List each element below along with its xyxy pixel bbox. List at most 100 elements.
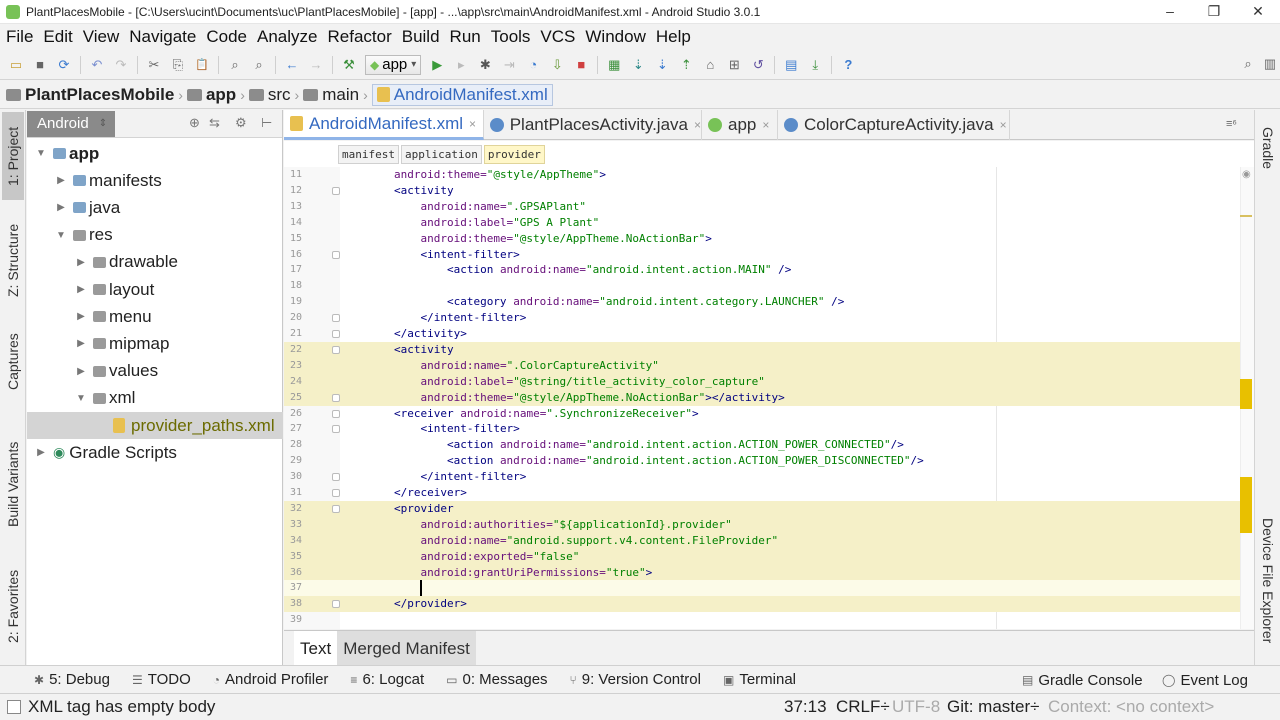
tag-crumb-application[interactable]: application — [400, 144, 482, 164]
collapsed-arrow-icon[interactable]: ▶ — [75, 366, 87, 377]
code-line[interactable]: 20 </intent-filter> — [284, 310, 1254, 326]
tree-item[interactable]: ▶ menu — [27, 303, 283, 330]
fold-icon[interactable] — [332, 504, 340, 513]
breadcrumb-manifest[interactable]: AndroidManifest.xml — [371, 83, 553, 106]
apply-changes-icon[interactable]: ⇩ — [548, 56, 566, 74]
vcs-compare-icon[interactable]: ⊞ — [725, 56, 743, 74]
expanded-arrow-icon[interactable]: ▼ — [75, 393, 87, 404]
tree-item[interactable]: ▶ layout — [27, 276, 283, 303]
menu-build[interactable]: Build — [400, 27, 448, 47]
undo-icon[interactable]: ↶ — [88, 56, 106, 74]
close-icon[interactable]: × — [469, 117, 476, 131]
breadcrumb-src[interactable]: src — [248, 85, 291, 105]
highlight-marker[interactable] — [1240, 477, 1252, 533]
fold-icon[interactable] — [332, 186, 340, 195]
favorites-tool-tab[interactable]: 2: Favorites — [2, 556, 24, 656]
tab-plantplacesactivity[interactable]: PlantPlacesActivity.java × — [484, 110, 702, 140]
sync-icon[interactable]: ⟳ — [55, 56, 73, 74]
vcs-update-icon[interactable]: ⇣ — [653, 56, 671, 74]
close-button[interactable]: ✕ — [1236, 0, 1280, 24]
locate-icon[interactable]: ⊕ — [189, 115, 200, 131]
gear-icon[interactable]: ⚙ — [235, 115, 247, 131]
code-line[interactable]: 18 — [284, 278, 1254, 294]
fold-icon[interactable] — [332, 409, 340, 418]
git-branch[interactable]: Git: master÷ — [947, 697, 1039, 717]
tab-androidmanifest[interactable]: AndroidManifest.xml × — [284, 110, 484, 140]
code-line[interactable]: 37 — [284, 580, 1254, 597]
tree-item[interactable]: ▶ values — [27, 358, 283, 385]
breadcrumb-project[interactable]: PlantPlacesMobile — [6, 85, 174, 105]
code-line[interactable]: 17 <action android:name="android.intent.a… — [284, 262, 1254, 278]
tag-crumb-provider[interactable]: provider — [483, 144, 545, 164]
inspection-eye-icon[interactable]: ◉ — [1242, 169, 1251, 180]
code-line[interactable]: 26 <receiver android:name=".SynchronizeRe… — [284, 406, 1254, 422]
code-line[interactable]: 15 android:theme="@style/AppTheme.NoActio… — [284, 231, 1254, 247]
tree-item[interactable]: ▶ mipmap — [27, 330, 283, 357]
code-line[interactable]: 16 <intent-filter> — [284, 247, 1254, 263]
tree-item[interactable]: ▼ xml — [27, 385, 283, 412]
code-line[interactable]: 32 <provider — [284, 500, 1254, 517]
run-config-select[interactable]: ◆ app ▾ — [365, 54, 422, 75]
collapsed-arrow-icon[interactable]: ▶ — [75, 257, 87, 268]
gradle-console-button[interactable]: ▤ Gradle Console — [1022, 666, 1143, 694]
gradle-tool-tab[interactable]: Gradle — [1258, 116, 1278, 180]
debug-tool-button[interactable]: ✱ 5: Debug — [34, 671, 110, 688]
collapsed-arrow-icon[interactable]: ▶ — [75, 338, 87, 349]
fold-icon[interactable] — [332, 250, 340, 259]
terminal-tool-button[interactable]: ▣ Terminal — [723, 671, 796, 688]
tool-windows-toggle-icon[interactable] — [7, 700, 21, 714]
menu-help[interactable]: Help — [654, 27, 699, 47]
fold-icon[interactable] — [332, 473, 340, 482]
warning-marker[interactable] — [1240, 215, 1252, 217]
collapsed-arrow-icon[interactable]: ▶ — [55, 202, 67, 213]
code-line[interactable]: 33 android:authorities="${applicationId}.… — [284, 516, 1254, 533]
tree-item[interactable]: ▶ drawable — [27, 249, 283, 276]
event-log-button[interactable]: ◯ Event Log — [1162, 666, 1248, 694]
vcs-history-icon[interactable]: ⌂ — [701, 56, 719, 74]
close-icon[interactable]: × — [1000, 118, 1007, 132]
profiler-tool-button[interactable]: ◔ Android Profiler — [213, 671, 329, 688]
tag-crumb-manifest[interactable]: manifest — [338, 144, 399, 164]
captures-tool-tab[interactable]: Captures — [2, 322, 24, 402]
code-editor[interactable]: 11 android:theme="@style/AppTheme"> 12 <act… — [284, 167, 1254, 629]
messages-tool-button[interactable]: ▭ 0: Messages — [446, 671, 547, 688]
code-line[interactable]: 31 </receiver> — [284, 485, 1254, 501]
code-line[interactable]: 28 <action android:name="android.intent.a… — [284, 437, 1254, 453]
find-icon[interactable]: ⌕ — [226, 56, 244, 74]
redo-icon[interactable]: ↷ — [112, 56, 130, 74]
code-line[interactable]: 12 <activity — [284, 183, 1254, 199]
caret-position[interactable]: 37:13 — [784, 697, 827, 717]
help-icon[interactable]: ? — [839, 56, 857, 74]
stop-icon[interactable]: ■ — [572, 56, 590, 74]
code-line[interactable]: 27 <intent-filter> — [284, 421, 1254, 437]
code-line[interactable]: 38 </provider> — [284, 596, 1254, 613]
line-separator[interactable]: CRLF÷ — [836, 697, 890, 717]
menu-vcs[interactable]: VCS — [538, 27, 583, 47]
search-everywhere-icon[interactable]: ⌕ — [1239, 55, 1257, 73]
context-indicator[interactable]: Context: <no context> — [1048, 697, 1214, 717]
tree-item[interactable]: ▼ app — [27, 140, 283, 167]
project-view-selector[interactable]: Android ⇕ — [27, 110, 116, 137]
forward-icon[interactable]: → — [307, 56, 325, 74]
code-line[interactable]: 13 android:name=".GPSAPlant" — [284, 199, 1254, 215]
fold-icon[interactable] — [332, 425, 340, 434]
expanded-arrow-icon[interactable]: ▼ — [35, 148, 47, 159]
tab-text[interactable]: Text — [294, 631, 338, 665]
code-line[interactable]: 34 android:name="android.support.v4.conte… — [284, 532, 1254, 549]
close-icon[interactable]: × — [762, 118, 769, 132]
tree-item[interactable]: ▶ ◉ Gradle Scripts — [27, 439, 283, 466]
todo-tool-button[interactable]: ☰ TODO — [132, 671, 191, 688]
code-line[interactable]: 22 <activity — [284, 341, 1254, 358]
device-file-explorer-tab[interactable]: Device File Explorer — [1258, 506, 1278, 656]
run-icon[interactable]: ▶ — [428, 56, 446, 74]
code-line[interactable]: 14 android:label="GPS A Plant" — [284, 215, 1254, 231]
menu-window[interactable]: Window — [583, 27, 653, 47]
menu-code[interactable]: Code — [204, 27, 255, 47]
menu-refactor[interactable]: Refactor — [325, 27, 399, 47]
vcs-revert-icon[interactable]: ↺ — [749, 56, 767, 74]
breadcrumb-app[interactable]: app — [186, 85, 236, 105]
cut-icon[interactable]: ✂ — [145, 56, 163, 74]
build-icon[interactable]: ⚒ — [340, 56, 358, 74]
back-icon[interactable]: ← — [283, 56, 301, 74]
menu-edit[interactable]: Edit — [41, 27, 80, 47]
